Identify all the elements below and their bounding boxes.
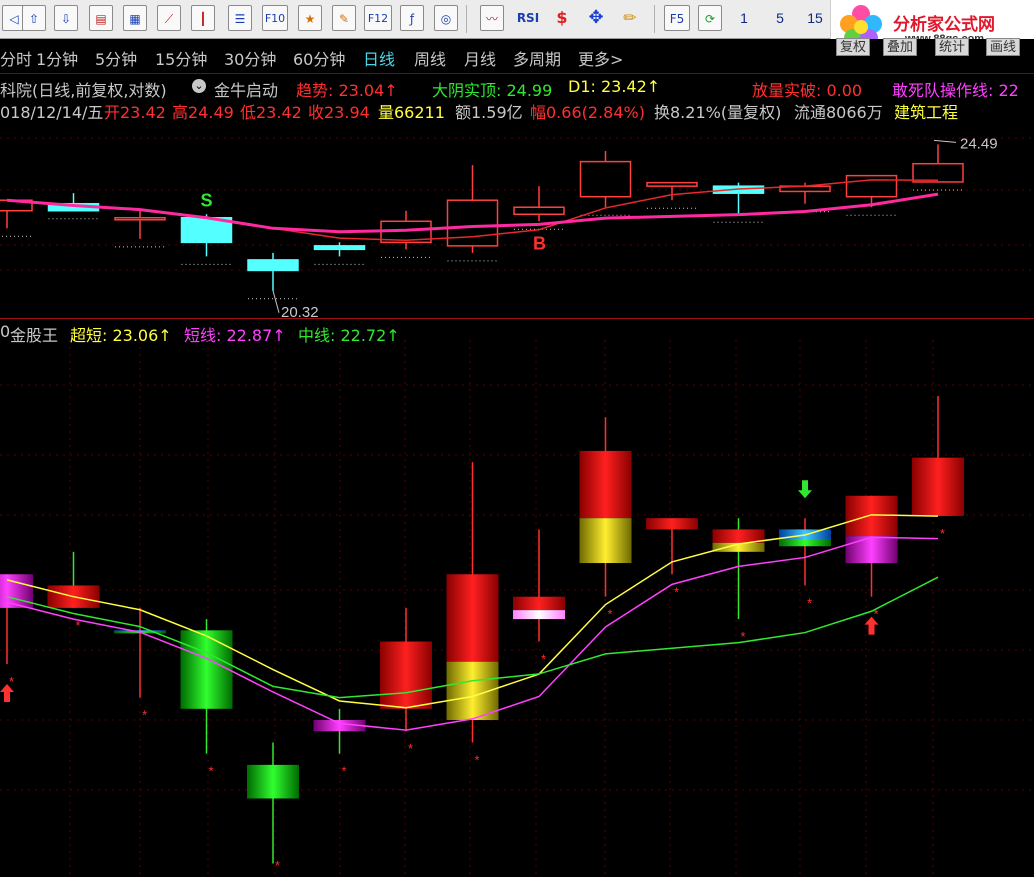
indicator-star-mark: *	[475, 752, 480, 767]
indicator-star-mark: *	[541, 652, 546, 667]
low-price-pointer	[272, 290, 280, 313]
indicator-star-mark: *	[275, 858, 280, 873]
indicator-star-mark: *	[408, 741, 413, 756]
indicator-candle-body-upper	[513, 596, 565, 611]
price-candle-body	[247, 259, 299, 272]
indicator-star-mark: *	[807, 595, 812, 610]
indicator-candle-body	[0, 574, 33, 608]
indicator-star-mark: *	[9, 674, 14, 689]
indicator-candle-body-upper	[446, 574, 499, 662]
indicator-star-mark: *	[608, 607, 613, 622]
indicator-candle-body-lower	[579, 518, 632, 564]
indicator-candle-body-lower	[779, 539, 831, 547]
indicator-star-mark: *	[674, 584, 679, 599]
price-candle-body	[845, 174, 898, 198]
price-candles	[0, 139, 964, 313]
indicator-candle-body	[180, 630, 233, 709]
sell-signal-label: S	[201, 190, 213, 210]
indicator-candle-body	[912, 457, 964, 516]
price-candle-body	[513, 206, 565, 216]
buy-signal-label: B	[533, 233, 546, 253]
low-price-label: 20.32	[281, 304, 319, 321]
indicator-star-mark: *	[209, 764, 214, 779]
price-candle-body	[313, 245, 366, 251]
indicator-candle-body	[646, 518, 698, 530]
high-price-label: 24.49	[960, 135, 998, 152]
indicator-candle-body	[380, 641, 432, 709]
high-price-pointer	[933, 139, 957, 143]
kline-chart[interactable]: *************** 24.49 20.32 S B	[0, 0, 1034, 877]
indicator-candle-body-lower	[845, 536, 898, 564]
price-candle-body	[912, 162, 964, 183]
indicator-candle-body-lower	[513, 610, 565, 620]
price-candle-body	[579, 160, 632, 198]
indicator-candle-body-upper	[845, 495, 898, 537]
indicator-candles: ***************	[0, 395, 964, 873]
indicator-star-mark: *	[940, 526, 945, 541]
indicator-star-mark: *	[342, 764, 347, 779]
indicator-candle-body-upper	[579, 450, 632, 519]
price-candle-body	[646, 181, 698, 187]
indicator-candle-body	[247, 764, 299, 799]
indicator-star-mark: *	[142, 708, 147, 723]
price-candle-body	[114, 217, 166, 221]
price-candle-body	[446, 199, 499, 247]
